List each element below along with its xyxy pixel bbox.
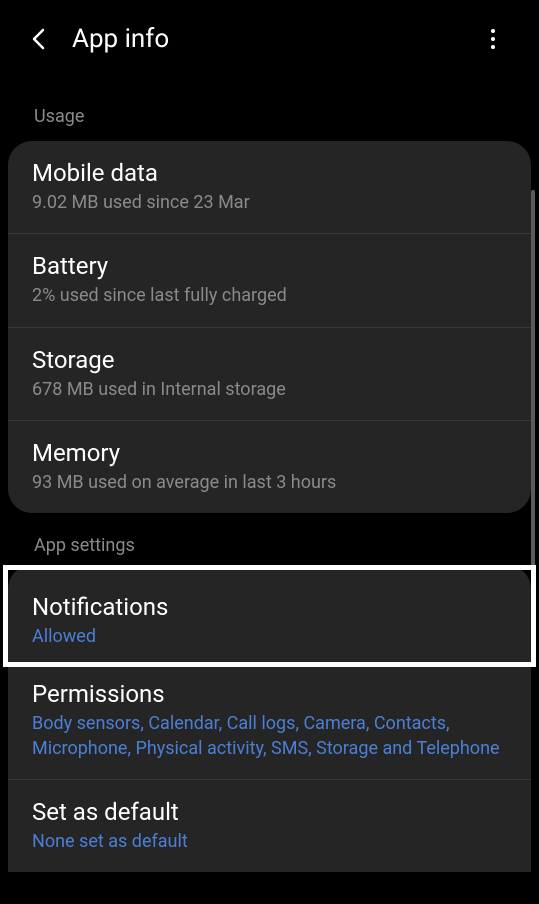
page-title: App info	[72, 24, 169, 54]
list-item-battery[interactable]: Battery 2% used since last fully charged	[8, 234, 531, 327]
scrollbar[interactable]	[531, 190, 535, 630]
list-item-mobile-data[interactable]: Mobile data 9.02 MB used since 23 Mar	[8, 141, 531, 234]
item-title: Notifications	[32, 593, 507, 621]
item-title: Battery	[32, 252, 507, 280]
section-label-usage: Usage	[0, 96, 539, 137]
item-subtitle: 678 MB used in Internal storage	[32, 378, 507, 402]
header-left: App info	[28, 24, 169, 54]
back-icon[interactable]	[28, 29, 48, 49]
item-subtitle: 93 MB used on average in last 3 hours	[32, 471, 507, 495]
item-title: Storage	[32, 346, 507, 374]
item-title: Set as default	[32, 798, 507, 826]
item-title: Permissions	[32, 680, 507, 708]
list-item-notifications[interactable]: Notifications Allowed	[3, 565, 536, 667]
list-item-permissions[interactable]: Permissions Body sensors, Calendar, Call…	[8, 662, 531, 780]
app-settings-card: Notifications Allowed Permissions Body s…	[8, 565, 531, 872]
item-subtitle: None set as default	[32, 830, 507, 854]
item-subtitle: 2% used since last fully charged	[32, 284, 507, 308]
list-item-set-as-default[interactable]: Set as default None set as default	[8, 780, 531, 872]
item-title: Mobile data	[32, 159, 507, 187]
item-title: Memory	[32, 439, 507, 467]
section-label-app-settings: App settings	[0, 525, 539, 566]
item-subtitle: Body sensors, Calendar, Call logs, Camer…	[32, 712, 507, 761]
item-subtitle: 9.02 MB used since 23 Mar	[32, 191, 507, 215]
usage-card: Mobile data 9.02 MB used since 23 Mar Ba…	[8, 141, 531, 513]
list-item-memory[interactable]: Memory 93 MB used on average in last 3 h…	[8, 421, 531, 513]
item-subtitle: Allowed	[32, 625, 507, 649]
app-header: App info	[0, 0, 539, 74]
list-item-storage[interactable]: Storage 678 MB used in Internal storage	[8, 328, 531, 421]
more-options-icon[interactable]	[481, 27, 505, 51]
